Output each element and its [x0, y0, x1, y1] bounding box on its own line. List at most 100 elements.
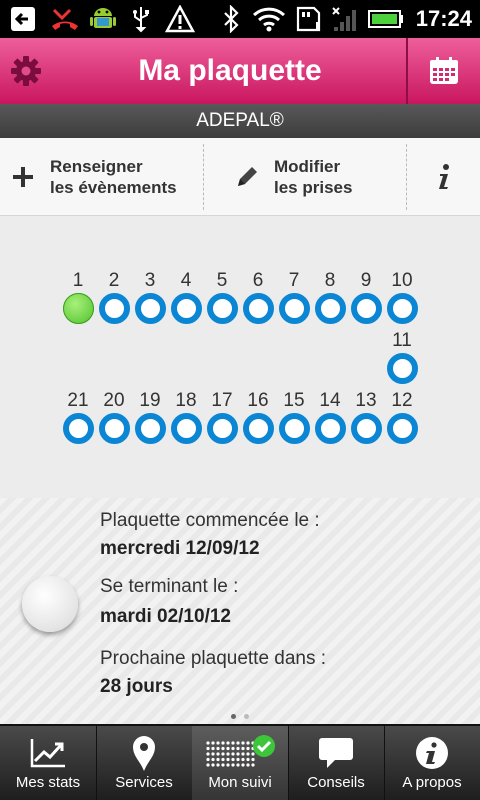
- pill-day-number: 18: [175, 390, 197, 411]
- pill-day-14[interactable]: 14: [312, 390, 348, 444]
- log-events-label: Renseigner les évènements: [50, 156, 177, 198]
- pill-pending: [98, 413, 130, 444]
- pill-dots-icon: [206, 735, 275, 767]
- pill-day-19[interactable]: 19: [132, 390, 168, 444]
- log-events-label-line2: les évènements: [50, 178, 177, 197]
- pill-pending: [386, 413, 418, 444]
- pill-day-8[interactable]: 8: [312, 270, 348, 324]
- pill-day-number: 9: [360, 270, 372, 291]
- pill-day-number: 8: [324, 270, 336, 291]
- edit-intakes-label: Modifier les prises: [274, 156, 352, 198]
- tab-mon-suivi-label: Mon suivi: [208, 774, 272, 791]
- log-events-button[interactable]: Renseigner les évènements: [10, 138, 202, 216]
- bluetooth-icon: [218, 4, 244, 34]
- pill-day-6[interactable]: 6: [240, 270, 276, 324]
- pill-day-3[interactable]: 3: [132, 270, 168, 324]
- pill-day-1[interactable]: 1: [60, 270, 96, 324]
- android-icon: [86, 4, 120, 34]
- page-dot-active: [231, 713, 236, 719]
- edit-intakes-label-line1: Modifier: [274, 157, 341, 176]
- chart-icon: [30, 739, 65, 768]
- pill-day-11[interactable]: 11: [384, 330, 420, 384]
- pill-taken: [62, 293, 94, 324]
- usb-icon: [126, 4, 156, 34]
- pill-day-15[interactable]: 15: [276, 390, 312, 444]
- pill-pending: [134, 413, 166, 444]
- battery-icon: [366, 4, 406, 34]
- pill-day-20[interactable]: 20: [96, 390, 132, 444]
- edit-intakes-label-line2: les prises: [274, 178, 353, 197]
- pill-day-12[interactable]: 12: [384, 390, 420, 444]
- pill-day-21[interactable]: 21: [60, 390, 96, 444]
- tab-mes-stats[interactable]: Mes stats: [0, 726, 96, 800]
- pill-day-number: 15: [283, 390, 305, 411]
- pill-day-10[interactable]: 10: [384, 270, 420, 324]
- pill-day-4[interactable]: 4: [168, 270, 204, 324]
- pill-day-number: 5: [216, 270, 228, 291]
- tab-services-label: Services: [115, 774, 173, 791]
- divider: [203, 144, 204, 210]
- pill-pending: [350, 293, 382, 324]
- pill-day-17[interactable]: 17: [204, 390, 240, 444]
- edit-intakes-button[interactable]: Modifier les prises: [234, 138, 404, 216]
- tab-conseils-label: Conseils: [307, 774, 365, 791]
- info-button[interactable]: [407, 138, 480, 216]
- tab-conseils[interactable]: Conseils: [288, 726, 384, 800]
- map-pin-icon: [133, 736, 155, 771]
- pill-day-number: 21: [67, 390, 89, 411]
- action-bar: Renseigner les évènements Modifier les p…: [0, 138, 480, 216]
- pill-day-7[interactable]: 7: [276, 270, 312, 324]
- pill-day-2[interactable]: 2: [96, 270, 132, 324]
- pill-day-number: 19: [139, 390, 161, 411]
- usb-debug-icon: [6, 4, 40, 34]
- pill-day-number: 4: [180, 270, 192, 291]
- pill-pack-grid: 1 2 3 4 5 6 7 8 9 10 11 21 20 19 18 17 16 15 14 13 12: [0, 216, 480, 498]
- next-pack-label: Prochaine plaquette dans :: [100, 648, 327, 669]
- missed-call-icon: [48, 4, 82, 34]
- pill-day-number: 10: [391, 270, 413, 291]
- page-indicator: [0, 708, 480, 724]
- pill-pending: [278, 413, 310, 444]
- pill-day-13[interactable]: 13: [348, 390, 384, 444]
- calendar-icon: [430, 57, 458, 84]
- log-events-label-line1: Renseigner: [50, 157, 143, 176]
- started-label: Plaquette commencée le :: [100, 510, 320, 531]
- gear-icon: [11, 56, 41, 86]
- pencil-icon: [238, 167, 257, 186]
- pill-pending: [170, 293, 202, 324]
- pill-day-number: 11: [392, 330, 412, 351]
- pill-pending: [350, 413, 382, 444]
- pill-pending: [386, 293, 418, 324]
- pill-day-number: 16: [247, 390, 269, 411]
- status-time: 17:24: [415, 6, 472, 31]
- wifi-icon: [250, 4, 288, 34]
- bottom-tab-bar: Mes stats Services Mon suivi Conseils A …: [0, 724, 480, 800]
- pill-day-number: 2: [108, 270, 120, 291]
- pill-day-9[interactable]: 9: [348, 270, 384, 324]
- pill-pending: [386, 353, 418, 384]
- pill-pending: [314, 293, 346, 324]
- tab-mes-stats-label: Mes stats: [15, 774, 81, 791]
- pill-day-number: 7: [288, 270, 300, 291]
- info-circle-icon: [416, 737, 448, 769]
- tab-a-propos[interactable]: A propos: [384, 726, 480, 800]
- tab-a-propos-label: A propos: [402, 774, 462, 791]
- pack-info-panel: Plaquette commencée le : mercredi 12/09/…: [0, 498, 480, 724]
- warning-icon: [164, 4, 196, 34]
- pill-day-number: 12: [391, 390, 413, 411]
- ending-label: Se terminant le :: [100, 576, 239, 597]
- sd-card-icon: [292, 4, 326, 34]
- info-icon: [438, 164, 449, 189]
- pill-pending: [98, 293, 130, 324]
- calendar-button[interactable]: [406, 38, 480, 104]
- pill-day-number: 14: [319, 390, 341, 411]
- pill-day-number: 6: [252, 270, 264, 291]
- pill-day-number: 3: [144, 270, 156, 291]
- pill-day-5[interactable]: 5: [204, 270, 240, 324]
- page-title: Ma plaquette: [138, 54, 322, 87]
- pill-day-18[interactable]: 18: [168, 390, 204, 444]
- settings-button[interactable]: [0, 38, 52, 104]
- tab-services[interactable]: Services: [96, 726, 192, 800]
- tab-mon-suivi[interactable]: Mon suivi: [192, 726, 288, 800]
- pill-day-16[interactable]: 16: [240, 390, 276, 444]
